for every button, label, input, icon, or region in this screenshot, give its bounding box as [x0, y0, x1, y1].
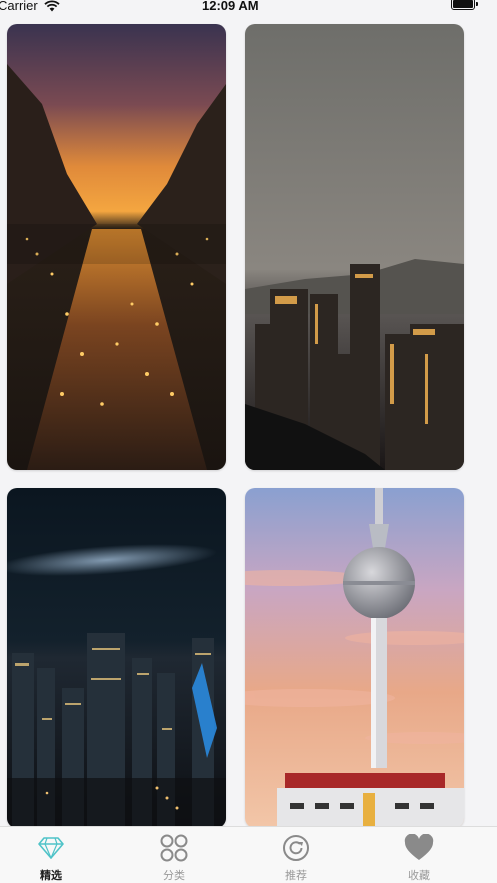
- carrier-label: Carrier: [0, 0, 38, 13]
- refresh-icon: [281, 833, 311, 863]
- wifi-icon: [44, 0, 60, 11]
- tab-featured-label: 精选: [40, 870, 62, 882]
- wallpaper-image-tv-tower: [245, 488, 464, 828]
- wallpaper-card-tv-tower[interactable]: [245, 488, 464, 828]
- carrier-indicator: Carrier: [0, 0, 60, 13]
- heart-icon: [404, 833, 434, 863]
- tab-recommend-label: 推荐: [285, 870, 307, 882]
- wallpaper-card-canal[interactable]: [7, 24, 226, 470]
- tab-category-label: 分类: [163, 870, 185, 882]
- tab-category[interactable]: 分类: [139, 833, 209, 883]
- tab-favorites-label: 收藏: [408, 870, 430, 882]
- status-time: 12:09 AM: [202, 0, 259, 13]
- status-bar: Carrier 12:09 AM: [0, 0, 497, 16]
- wallpaper-card-skyline[interactable]: [245, 24, 464, 470]
- grid-icon: [159, 833, 189, 863]
- wallpaper-image-skyline: [245, 24, 464, 470]
- wallpaper-image-canal: [7, 24, 226, 470]
- wallpaper-image-night-city: [7, 488, 226, 828]
- tab-recommend[interactable]: 推荐: [261, 833, 331, 883]
- wallpaper-app-screen: Carrier 12:09 AM 精选 分类 推荐 收藏: [0, 0, 497, 883]
- tab-featured[interactable]: 精选: [16, 833, 86, 883]
- diamond-icon: [36, 833, 66, 863]
- tab-favorites[interactable]: 收藏: [384, 833, 454, 883]
- wallpaper-card-night-city[interactable]: [7, 488, 226, 828]
- tab-bar: 精选 分类 推荐 收藏: [0, 826, 497, 883]
- battery-icon: [451, 0, 478, 10]
